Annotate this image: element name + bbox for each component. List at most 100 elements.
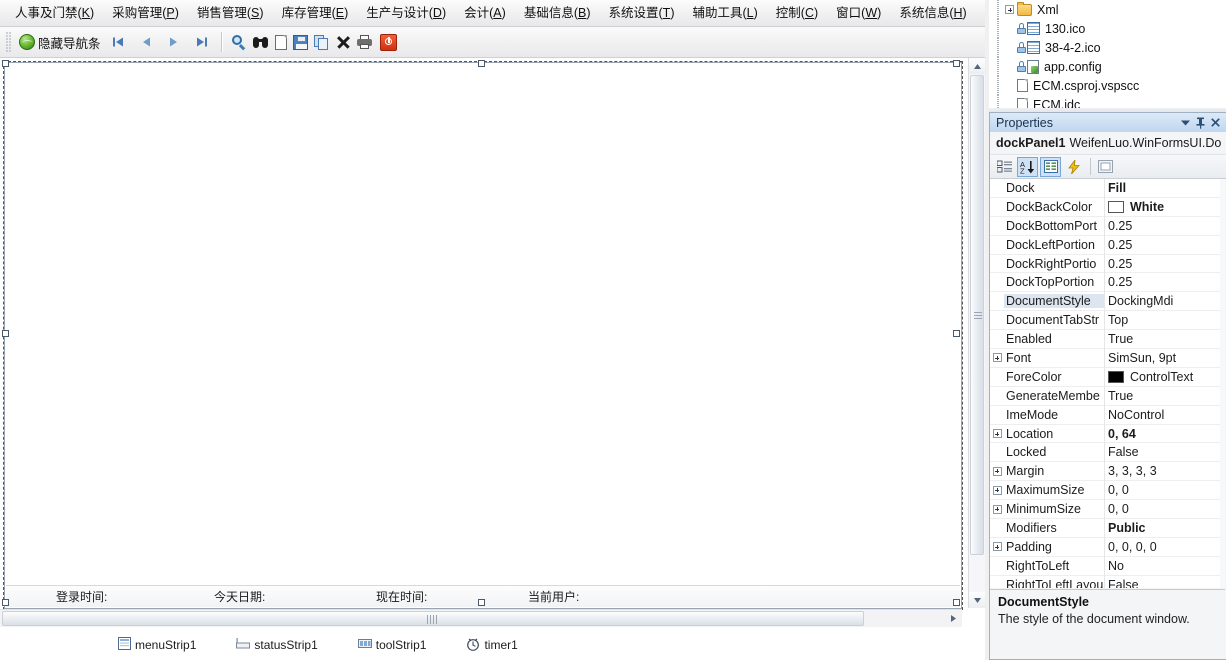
menu-item[interactable]: 系统设置(T): [600, 2, 684, 25]
menu-item[interactable]: 基础信息(B): [515, 2, 600, 25]
tray-item[interactable]: toolStrip1: [357, 637, 426, 653]
properties-grid-scrollbar[interactable]: [1220, 179, 1225, 588]
save-button[interactable]: [291, 30, 310, 54]
tree-item[interactable]: 38-4-2.ico: [989, 38, 1226, 57]
hide-nav-button[interactable]: 隐藏导航条: [17, 30, 103, 54]
property-row[interactable]: ForeColor ControlText: [990, 368, 1225, 387]
designer-vertical-scrollbar[interactable]: [968, 58, 985, 608]
expand-plus-icon[interactable]: [990, 481, 1004, 499]
menu-item[interactable]: 控制(C): [767, 2, 827, 25]
tree-item[interactable]: app.config: [989, 57, 1226, 76]
expand-plus-icon[interactable]: [990, 349, 1004, 367]
status-strip-label[interactable]: 今天日期:: [214, 588, 265, 605]
new-button[interactable]: [273, 30, 289, 54]
property-row[interactable]: Padding 0, 0, 0, 0: [990, 538, 1225, 557]
property-row[interactable]: DockTopPortion 0.25: [990, 273, 1225, 293]
menu-item[interactable]: 生产与设计(D): [357, 2, 455, 25]
expand-plus-icon[interactable]: [990, 538, 1004, 556]
property-row[interactable]: Enabled True: [990, 330, 1225, 350]
toolstrip-grip[interactable]: [6, 32, 11, 52]
property-value[interactable]: ControlText: [1104, 370, 1225, 384]
scroll-right-button[interactable]: [945, 610, 962, 627]
property-row[interactable]: ImeMode NoControl: [990, 406, 1225, 425]
property-value[interactable]: 0.25: [1104, 219, 1225, 233]
menu-item[interactable]: 销售管理(S): [188, 2, 273, 25]
property-row[interactable]: Location 0, 64: [990, 425, 1225, 444]
property-value[interactable]: 0, 0, 0, 0: [1104, 540, 1225, 554]
events-view-button[interactable]: [1063, 157, 1084, 177]
property-value[interactable]: 0, 0: [1104, 502, 1225, 516]
designer-horizontal-scrollbar[interactable]: [0, 609, 962, 627]
property-value[interactable]: SimSun, 9pt: [1104, 351, 1225, 365]
property-value[interactable]: DockingMdi: [1104, 294, 1225, 308]
property-value[interactable]: Top: [1104, 313, 1225, 327]
next-record-button[interactable]: [161, 30, 187, 54]
property-row[interactable]: Font SimSun, 9pt: [990, 349, 1225, 368]
search-button[interactable]: [229, 30, 249, 54]
tree-item[interactable]: ECM.csproj.vspscc: [989, 76, 1226, 95]
last-record-button[interactable]: [189, 30, 215, 54]
tree-item[interactable]: Xml: [989, 0, 1226, 19]
scroll-up-button[interactable]: [969, 58, 985, 74]
menu-item[interactable]: 采购管理(P): [103, 2, 188, 25]
vertical-scroll-thumb[interactable]: [970, 75, 984, 555]
expand-plus-icon[interactable]: [990, 425, 1004, 443]
form-status-strip[interactable]: 登录时间: 今天日期: 现在时间: 当前用户:: [6, 585, 960, 607]
property-row[interactable]: Margin 3, 3, 3, 3: [990, 462, 1225, 482]
property-value[interactable]: False: [1104, 578, 1225, 588]
property-row[interactable]: DockRightPortio 0.25: [990, 255, 1225, 274]
menu-item[interactable]: 人事及门禁(K): [6, 2, 103, 25]
status-strip-label[interactable]: 登录时间:: [56, 588, 107, 605]
property-row[interactable]: GenerateMembe True: [990, 387, 1225, 406]
previous-record-button[interactable]: [133, 30, 159, 54]
property-row[interactable]: DockBackColor White: [990, 198, 1225, 217]
property-row[interactable]: Dock Fill: [990, 179, 1225, 198]
properties-grid[interactable]: Dock Fill DockBackColor White DockBottomPort…: [990, 179, 1225, 588]
tree-item[interactable]: 130.ico: [989, 19, 1226, 38]
menu-item[interactable]: 窗口(W): [827, 2, 890, 25]
property-row[interactable]: DockBottomPort 0.25: [990, 217, 1225, 236]
scroll-down-button[interactable]: [969, 592, 985, 608]
property-value[interactable]: 3, 3, 3, 3: [1104, 464, 1225, 478]
grid-column-divider[interactable]: [1104, 179, 1105, 588]
menu-item[interactable]: 库存管理(E): [273, 2, 358, 25]
property-value[interactable]: True: [1104, 332, 1225, 346]
menu-item[interactable]: 系统信息(H): [890, 2, 975, 25]
component-tray[interactable]: menuStrip1 statusStrip1 toolStrip1 timer1: [0, 630, 962, 660]
property-value[interactable]: 0, 64: [1104, 427, 1225, 441]
menu-item[interactable]: 辅助工具(L): [683, 2, 766, 25]
exit-button[interactable]: [378, 30, 399, 54]
property-row[interactable]: RightToLeft No: [990, 557, 1225, 576]
property-value[interactable]: 0.25: [1104, 275, 1225, 289]
tray-item[interactable]: menuStrip1: [118, 637, 196, 653]
property-row[interactable]: DockLeftPortion 0.25: [990, 236, 1225, 255]
property-row[interactable]: Locked False: [990, 443, 1225, 463]
solution-explorer-tree[interactable]: Xml 130.ico 38-4-2.ico app.config ECM.csproj…: [989, 0, 1226, 110]
status-strip-label[interactable]: 当前用户:: [528, 588, 579, 605]
property-row[interactable]: Modifiers Public: [990, 519, 1225, 538]
tray-item[interactable]: statusStrip1: [236, 637, 318, 653]
print-button[interactable]: [355, 30, 376, 54]
auto-hide-pin-icon[interactable]: [1193, 115, 1208, 130]
property-value[interactable]: Fill: [1104, 181, 1225, 195]
menu-item[interactable]: 会计(A): [455, 2, 515, 25]
property-value[interactable]: 0.25: [1104, 238, 1225, 252]
property-row[interactable]: RightToLeftLayou False: [990, 576, 1225, 588]
property-row[interactable]: MinimumSize 0, 0: [990, 500, 1225, 520]
categorized-view-button[interactable]: [994, 157, 1015, 177]
property-row[interactable]: DocumentTabStr Top: [990, 311, 1225, 331]
copy-button[interactable]: [312, 30, 332, 54]
property-value[interactable]: Public: [1104, 521, 1225, 535]
delete-button[interactable]: [334, 30, 353, 54]
property-value[interactable]: No: [1104, 559, 1225, 573]
first-record-button[interactable]: [105, 30, 131, 54]
expand-plus-icon[interactable]: [1005, 5, 1014, 14]
expand-plus-icon[interactable]: [990, 462, 1004, 480]
property-value[interactable]: 0, 0: [1104, 483, 1225, 497]
expand-plus-icon[interactable]: [990, 500, 1004, 518]
alphabetical-view-button[interactable]: A Z: [1017, 156, 1038, 177]
property-pages-button[interactable]: [1095, 157, 1116, 177]
property-value[interactable]: True: [1104, 389, 1225, 403]
close-icon[interactable]: [1208, 115, 1223, 130]
property-row[interactable]: MaximumSize 0, 0: [990, 481, 1225, 501]
